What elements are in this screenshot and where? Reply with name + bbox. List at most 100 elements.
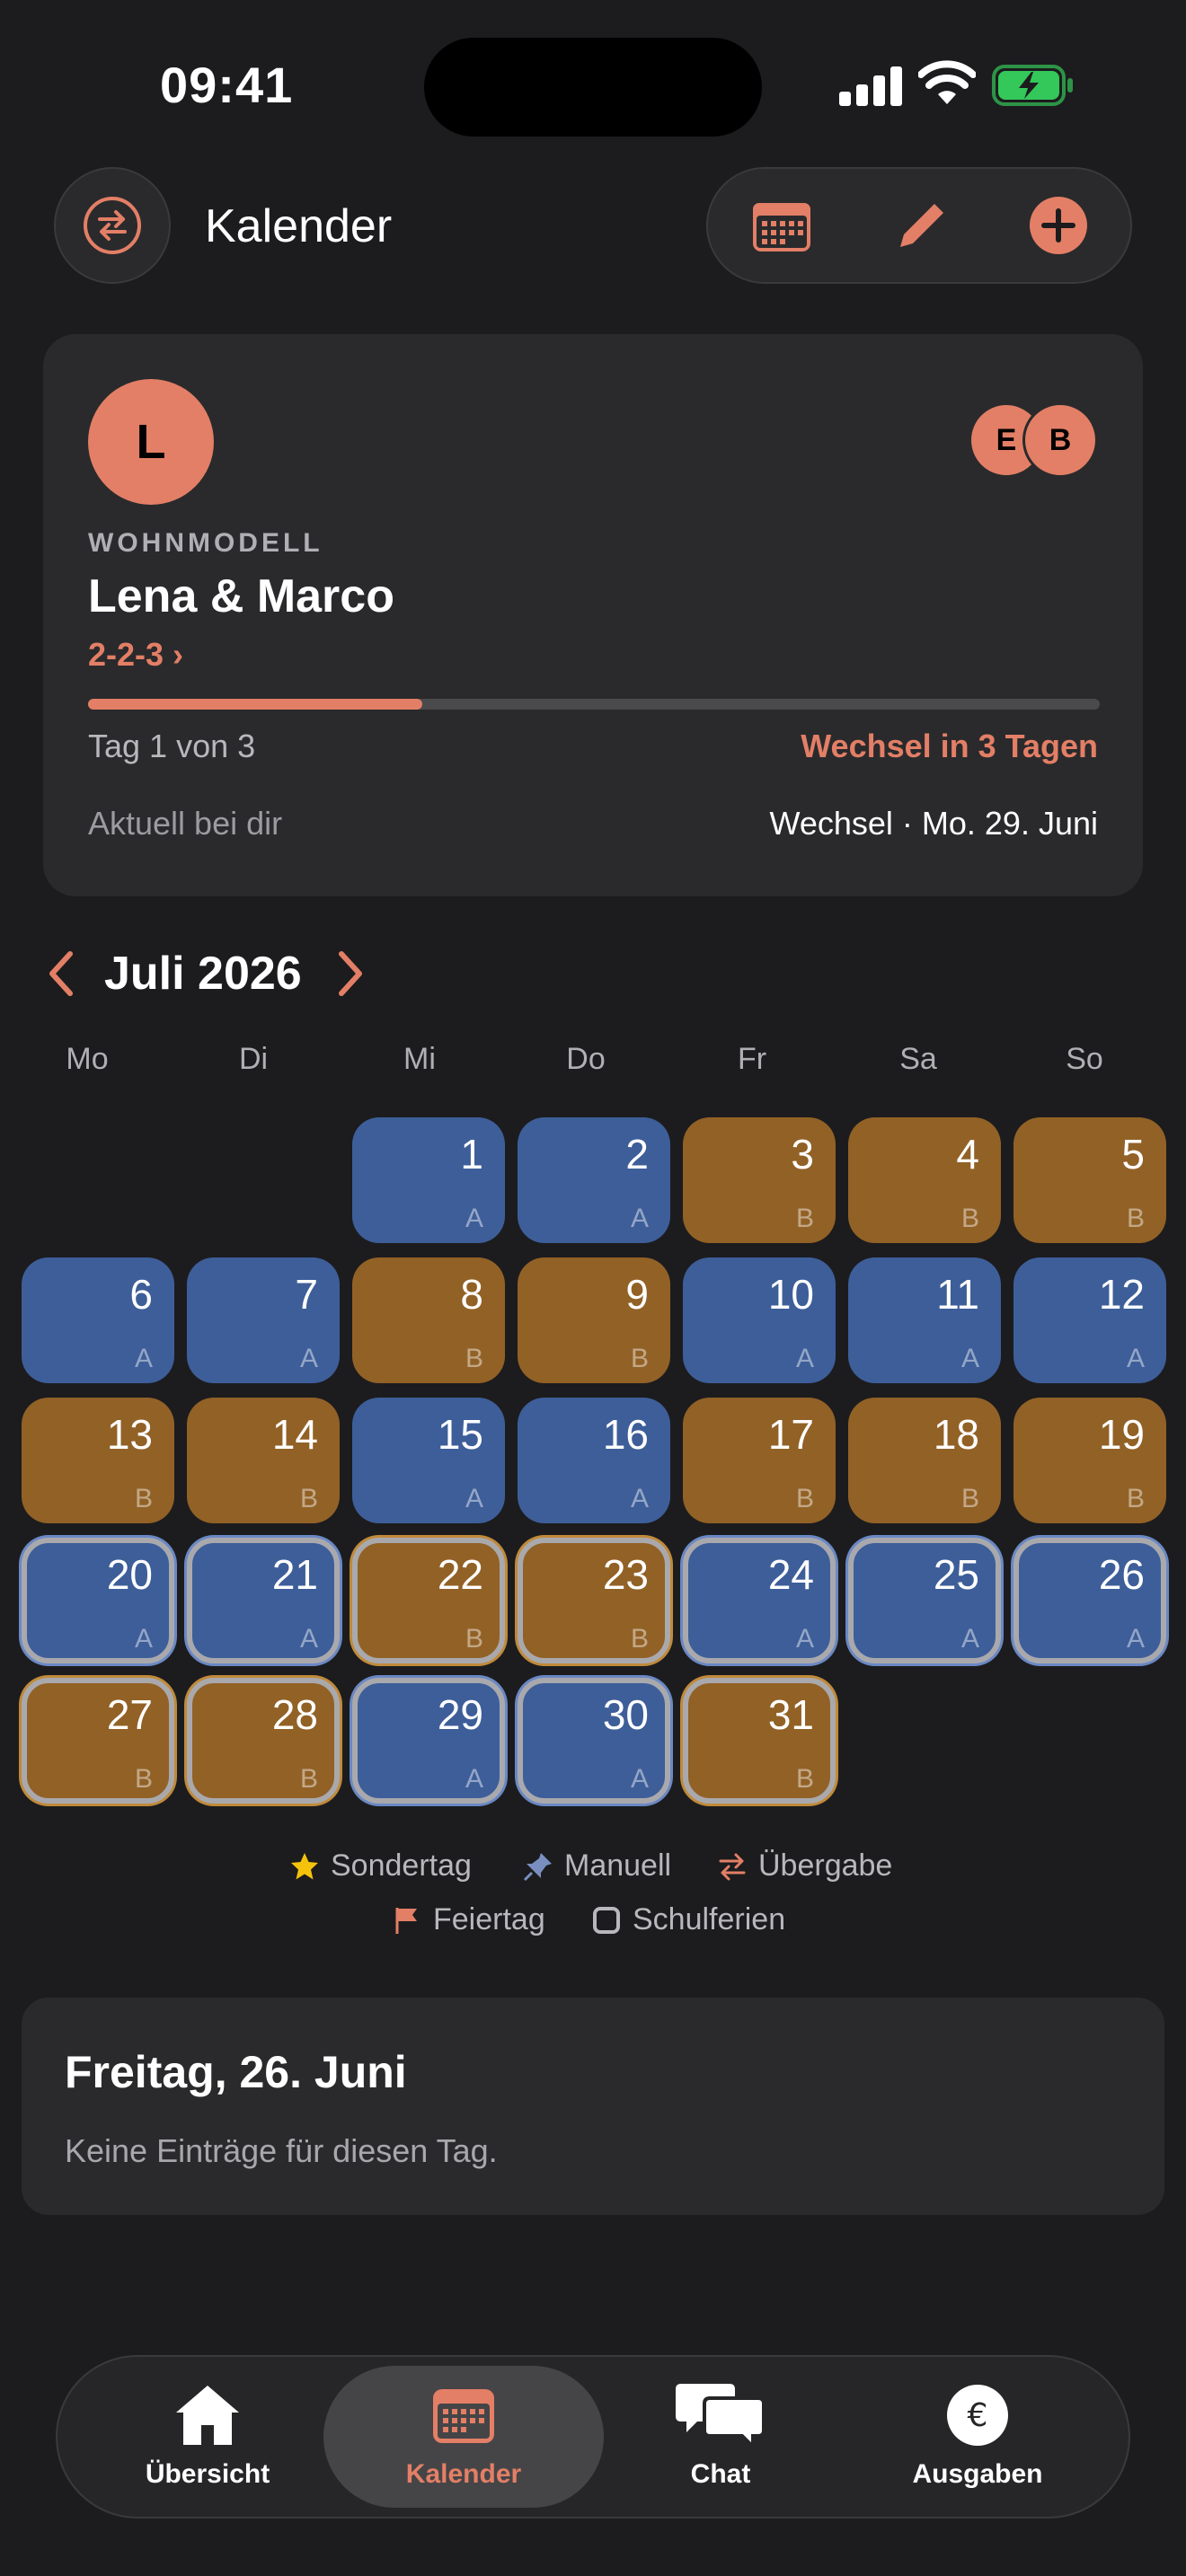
calendar-day[interactable]: 2A	[518, 1117, 670, 1243]
calendar-day[interactable]: 25 A	[848, 1538, 1001, 1663]
swap-arrows-icon	[719, 1853, 746, 1880]
weekday-label: So	[1066, 1042, 1103, 1076]
day-number: 10	[767, 1271, 814, 1318]
parent-label: B	[795, 1484, 814, 1513]
family-name: Lena & Marco	[88, 570, 394, 622]
calendar-day[interactable]: 24 A	[683, 1538, 836, 1663]
next-switch-text: Wechsel in 3 Tagen	[801, 728, 1098, 764]
parent-label: B	[630, 1624, 649, 1654]
calendar-day[interactable]: 4B	[848, 1117, 1001, 1243]
calendar-day[interactable]: 19 B	[1013, 1398, 1166, 1523]
legend-handover-label: Übergabe	[758, 1848, 893, 1883]
parent-label: B	[465, 1624, 483, 1654]
calendar-day[interactable]: 27 B	[22, 1678, 174, 1804]
avatar: L	[88, 379, 214, 505]
day-number: 11	[936, 1271, 979, 1318]
calendar-day[interactable]: 31 B	[683, 1678, 836, 1804]
calendar-day[interactable]: 22 B	[352, 1538, 505, 1663]
tab-expenses[interactable]: € Ausgaben	[843, 2380, 1112, 2490]
parent-label: B	[795, 1204, 814, 1233]
current-location-text: Aktuell bei dir	[88, 805, 283, 842]
calendar-day[interactable]: 21 A	[187, 1538, 340, 1663]
tab-label: Kalender	[405, 2459, 522, 2489]
section-label: WOHNMODELL	[88, 528, 323, 558]
weekday-label: Mi	[403, 1042, 436, 1076]
calendar-day[interactable]: 15 A	[352, 1398, 505, 1523]
calendar-view-button[interactable]	[728, 169, 836, 282]
tab-overview[interactable]: Übersicht	[73, 2380, 342, 2490]
parent-label: A	[795, 1624, 814, 1654]
parent-label: A	[630, 1764, 649, 1794]
calendar-day[interactable]: 18 B	[848, 1398, 1001, 1523]
parent-label: B	[960, 1484, 979, 1513]
calendar-day[interactable]: 5B	[1013, 1117, 1166, 1243]
weekday-label: Sa	[899, 1042, 937, 1076]
calendar-day[interactable]: 8B	[352, 1257, 505, 1383]
calendar-icon	[753, 203, 810, 251]
tab-calendar[interactable]: Kalender	[329, 2380, 598, 2490]
add-button[interactable]	[1005, 169, 1112, 282]
switch-family-button[interactable]	[54, 167, 171, 284]
chevron-left-icon[interactable]	[43, 947, 79, 1001]
day-detail-empty-text: Keine Einträge für diesen Tag.	[65, 2132, 498, 2169]
chat-icon	[676, 2384, 766, 2450]
weekday-label: Di	[238, 1042, 269, 1076]
progress-fill	[88, 699, 422, 710]
calendar-day[interactable]: 9B	[518, 1257, 670, 1383]
calendar-day[interactable]: 20 A	[22, 1538, 174, 1663]
legend-holiday: Feiertag	[392, 1902, 545, 1937]
calendar-day[interactable]: 26 A	[1013, 1538, 1166, 1663]
pin-icon	[523, 1852, 552, 1881]
parent-label: A	[630, 1204, 649, 1233]
parent-label: B	[795, 1764, 814, 1794]
day-number: 14	[271, 1411, 318, 1458]
calendar-day[interactable]: 11 A	[848, 1257, 1001, 1383]
star-icon	[291, 1852, 318, 1879]
pattern-link[interactable]: 2-2-3 ›	[88, 636, 183, 674]
switch-date-text: Wechsel · Mo. 29. Juni	[769, 805, 1098, 842]
chevron-right-icon[interactable]	[332, 947, 368, 1001]
day-number: 29	[437, 1691, 483, 1738]
calendar-day[interactable]: 7A	[187, 1257, 340, 1383]
day-number: 17	[767, 1411, 814, 1458]
calendar-day[interactable]: 29 A	[352, 1678, 505, 1804]
day-number: 24	[767, 1551, 814, 1598]
day-number: 19	[1098, 1411, 1145, 1458]
square-outline-icon	[593, 1906, 620, 1934]
day-number: 9	[625, 1271, 649, 1318]
calendar-day[interactable]: 6A	[22, 1257, 174, 1383]
plus-circle-icon	[1030, 197, 1087, 254]
parent-label: A	[1126, 1344, 1145, 1373]
calendar-day[interactable]: 30 A	[518, 1678, 670, 1804]
calendar-day[interactable]: 10 A	[683, 1257, 836, 1383]
weekday-label: Mo	[66, 1042, 109, 1076]
day-number: 21	[271, 1551, 318, 1598]
tab-chat[interactable]: Chat	[586, 2380, 855, 2490]
parent-label: A	[134, 1344, 153, 1373]
calendar-day[interactable]: 16 A	[518, 1398, 670, 1523]
svg-text:€: €	[968, 2397, 988, 2434]
calendar-day[interactable]: 28 B	[187, 1678, 340, 1804]
day-number: 1	[460, 1131, 483, 1178]
tab-label: Ausgaben	[912, 2459, 1043, 2489]
swap-arrows-icon	[84, 197, 141, 254]
calendar-day[interactable]: 12 A	[1013, 1257, 1166, 1383]
edit-button[interactable]	[868, 169, 976, 282]
parent-label: B	[134, 1764, 153, 1794]
calendar-day[interactable]: 14 B	[187, 1398, 340, 1523]
legend-manual: Manuell	[523, 1848, 671, 1883]
calendar-day[interactable]: 3B	[683, 1117, 836, 1243]
calendar-day[interactable]: 23 B	[518, 1538, 670, 1663]
calendar-day[interactable]: 17 B	[683, 1398, 836, 1523]
day-number: 23	[602, 1551, 649, 1598]
pencil-icon	[900, 204, 943, 247]
day-number: 16	[602, 1411, 649, 1458]
parent-label: B	[299, 1484, 318, 1513]
legend-school-holidays: Schulferien	[591, 1902, 785, 1937]
calendar-day[interactable]: 1A	[352, 1117, 505, 1243]
page-title: Kalender	[205, 200, 393, 252]
day-number: 25	[933, 1551, 979, 1598]
calendar-day[interactable]: 13 B	[22, 1398, 174, 1523]
weekday-label: Do	[566, 1042, 606, 1076]
header-actions	[706, 167, 1132, 284]
